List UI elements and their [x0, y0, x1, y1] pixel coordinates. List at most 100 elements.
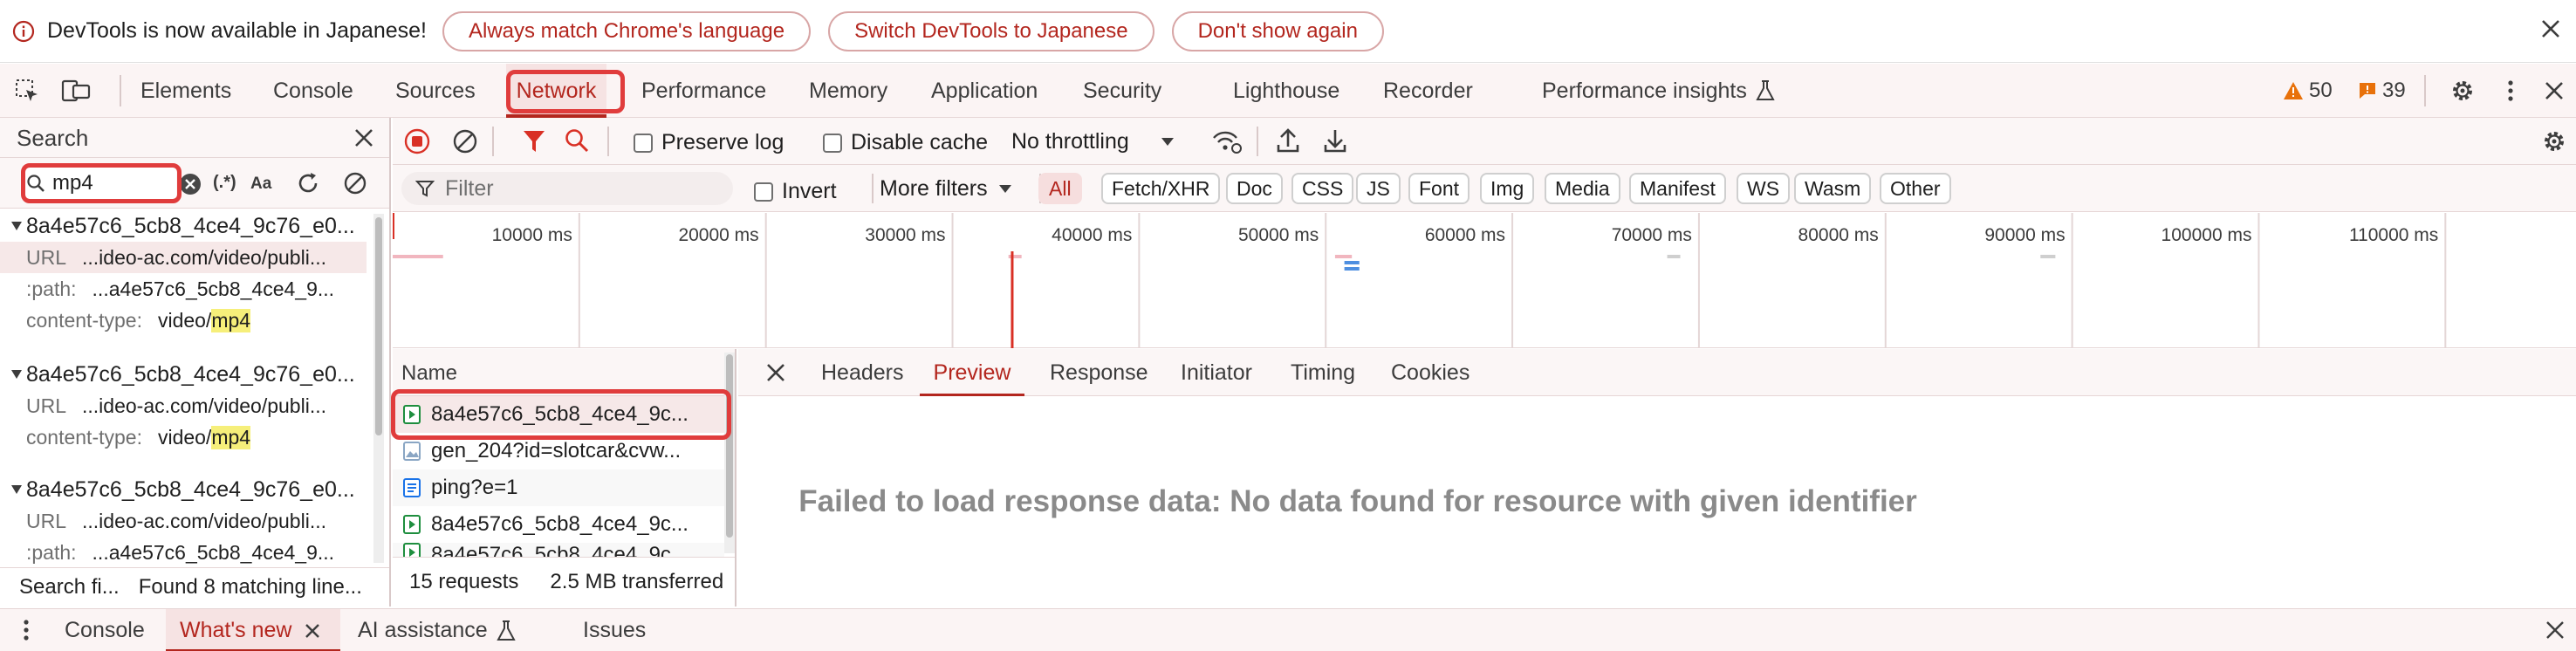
result-line[interactable]: :path: ...a4e57c6_5cb8_4ce4_9... [0, 273, 367, 305]
filter-funnel-icon[interactable] [522, 128, 546, 154]
warnings-counter[interactable]: 50 [2283, 78, 2333, 104]
close-devtools-icon[interactable] [2543, 79, 2566, 102]
throttling-select[interactable]: No throttling [1011, 128, 1175, 154]
tab-security[interactable]: Security [1083, 64, 1161, 118]
issues-counter[interactable]: 39 [2358, 78, 2406, 104]
close-search-icon[interactable] [353, 127, 375, 149]
warnings-count: 50 [2309, 79, 2333, 102]
expand-triangle-icon [10, 221, 23, 231]
filter-chip-other[interactable]: Other [1880, 173, 1951, 204]
results-scrollbar[interactable] [373, 214, 384, 563]
regex-toggle[interactable]: (.*) [213, 173, 236, 193]
tab-recorder[interactable]: Recorder [1383, 64, 1473, 118]
switch-to-japanese-button[interactable]: Switch DevTools to Japanese [828, 10, 1154, 51]
drawer-tab-whats-new[interactable]: What's new [166, 609, 340, 651]
invert-box[interactable] [754, 182, 773, 202]
filter-chip-ws[interactable]: WS [1737, 173, 1791, 204]
always-match-language-button[interactable]: Always match Chrome's language [442, 10, 812, 51]
tab-application[interactable]: Application [931, 64, 1038, 118]
filter-chip-img[interactable]: Img [1480, 173, 1535, 204]
tab-performance[interactable]: Performance [641, 64, 766, 118]
result-line[interactable]: :path: ...a4e57c6_5cb8_4ce4_9... [0, 537, 367, 566]
search-panel: Search mp4 (.*) Aa 8a4e57c6_5cb8_4ce4_9c… [0, 118, 391, 606]
device-toolbar-icon[interactable] [61, 78, 91, 104]
image-icon [403, 442, 421, 461]
filter-chip-doc[interactable]: Doc [1226, 173, 1283, 204]
details-tab-initiator[interactable]: Initiator [1181, 349, 1252, 396]
record-stop-icon[interactable] [404, 128, 430, 154]
drawer-menu-icon[interactable] [21, 618, 31, 642]
search-input[interactable]: mp4 [21, 167, 176, 200]
tab-performance-insights[interactable]: Performance insights [1542, 64, 1775, 118]
refresh-icon[interactable] [295, 170, 321, 196]
network-settings-gear-icon[interactable] [2541, 128, 2567, 154]
name-column-header[interactable]: Name [401, 361, 457, 386]
search-panel-header: Search [0, 118, 389, 158]
tab-elements[interactable]: Elements [140, 64, 231, 118]
requests-scrollbar[interactable] [724, 353, 735, 553]
result-file[interactable]: 8a4e57c6_5cb8_4ce4_9c76_e0... [0, 359, 367, 390]
result-line[interactable]: URL ...ideo-ac.com/video/publi... [0, 505, 367, 537]
tab-console[interactable]: Console [273, 64, 353, 118]
import-har-icon[interactable] [1276, 127, 1300, 154]
filter-chip-fetch-xhr[interactable]: Fetch/XHR [1101, 173, 1221, 204]
result-line[interactable]: content-type: video/mp4 [0, 421, 367, 453]
filter-chip-wasm[interactable]: Wasm [1794, 173, 1872, 204]
close-infobar-icon[interactable] [2538, 16, 2564, 42]
clear-results-icon[interactable] [342, 170, 368, 196]
preserve-log-checkbox[interactable]: Preserve log [634, 130, 784, 155]
details-tab-headers[interactable]: Headers [821, 349, 904, 396]
filter-chip-media[interactable]: Media [1545, 173, 1620, 204]
clear-search-icon[interactable] [179, 173, 202, 195]
drawer-tab-issues[interactable]: Issues [583, 609, 646, 651]
results-scrollbar-thumb[interactable] [375, 217, 382, 435]
filter-chip-all[interactable]: All [1038, 173, 1082, 204]
disable-cache-box[interactable] [823, 133, 842, 153]
more-options-icon[interactable] [2504, 78, 2517, 104]
throttling-value: No throttling [1011, 128, 1129, 154]
result-line[interactable]: URL ...ideo-ac.com/video/publi... [0, 242, 367, 273]
network-overview-timeline[interactable]: 10000 ms 20000 ms 30000 ms 40000 ms 50000 ms… [393, 213, 2576, 348]
close-whats-new-icon[interactable] [304, 622, 321, 640]
result-line[interactable]: URL ...ideo-ac.com/video/publi... [0, 390, 367, 421]
filter-chip-font[interactable]: Font [1408, 173, 1470, 204]
close-details-icon[interactable] [764, 361, 787, 384]
network-conditions-icon[interactable] [1211, 128, 1243, 154]
request-row[interactable]: 8a4e57c6_5cb8_4ce4_9c... [393, 506, 724, 543]
invert-checkbox[interactable]: Invert [754, 179, 837, 204]
disable-cache-checkbox[interactable]: Disable cache [823, 130, 988, 155]
tab-network[interactable]: Network [506, 64, 606, 118]
result-file[interactable]: 8a4e57c6_5cb8_4ce4_9c76_e0... [0, 210, 367, 242]
request-row[interactable]: 8a4e57c6_5cb8_4ce4_9c... [393, 543, 724, 557]
timeline-tick-label: 30000 ms [865, 225, 945, 245]
request-row[interactable]: 8a4e57c6_5cb8_4ce4_9c... [393, 396, 724, 433]
request-row[interactable]: gen_204?id=slotcar&cvw... [393, 433, 724, 469]
dont-show-again-button[interactable]: Don't show again [1171, 10, 1384, 51]
filter-chip-js[interactable]: JS [1356, 173, 1401, 204]
filter-chip-css[interactable]: CSS [1291, 173, 1354, 204]
tab-lighthouse[interactable]: Lighthouse [1233, 64, 1339, 118]
details-tab-preview[interactable]: Preview [920, 349, 1024, 396]
match-case-toggle[interactable]: Aa [250, 175, 271, 194]
filter-input[interactable]: Filter [401, 172, 733, 205]
requests-scrollbar-thumb[interactable] [726, 354, 733, 538]
tab-sources[interactable]: Sources [395, 64, 476, 118]
more-filters-dropdown[interactable]: More filters [880, 175, 1012, 202]
search-network-icon[interactable] [564, 127, 590, 154]
preserve-log-box[interactable] [634, 133, 653, 153]
filter-chip-manifest[interactable]: Manifest [1629, 173, 1726, 204]
details-tab-response[interactable]: Response [1050, 349, 1148, 396]
result-line[interactable]: content-type: video/mp4 [0, 305, 367, 336]
details-tab-cookies[interactable]: Cookies [1391, 349, 1470, 396]
inspect-element-icon[interactable] [14, 78, 40, 104]
clear-network-icon[interactable] [452, 128, 478, 154]
export-har-icon[interactable] [1323, 127, 1347, 154]
settings-gear-icon[interactable] [2449, 78, 2476, 104]
close-drawer-icon[interactable] [2545, 620, 2566, 641]
drawer-tab-console[interactable]: Console [65, 609, 145, 651]
drawer-tab-ai-assistance[interactable]: AI assistance [358, 609, 516, 651]
request-row[interactable]: ping?e=1 [393, 469, 724, 506]
details-tab-timing[interactable]: Timing [1291, 349, 1355, 396]
tab-memory[interactable]: Memory [809, 64, 887, 118]
result-file[interactable]: 8a4e57c6_5cb8_4ce4_9c76_e0... [0, 474, 367, 505]
